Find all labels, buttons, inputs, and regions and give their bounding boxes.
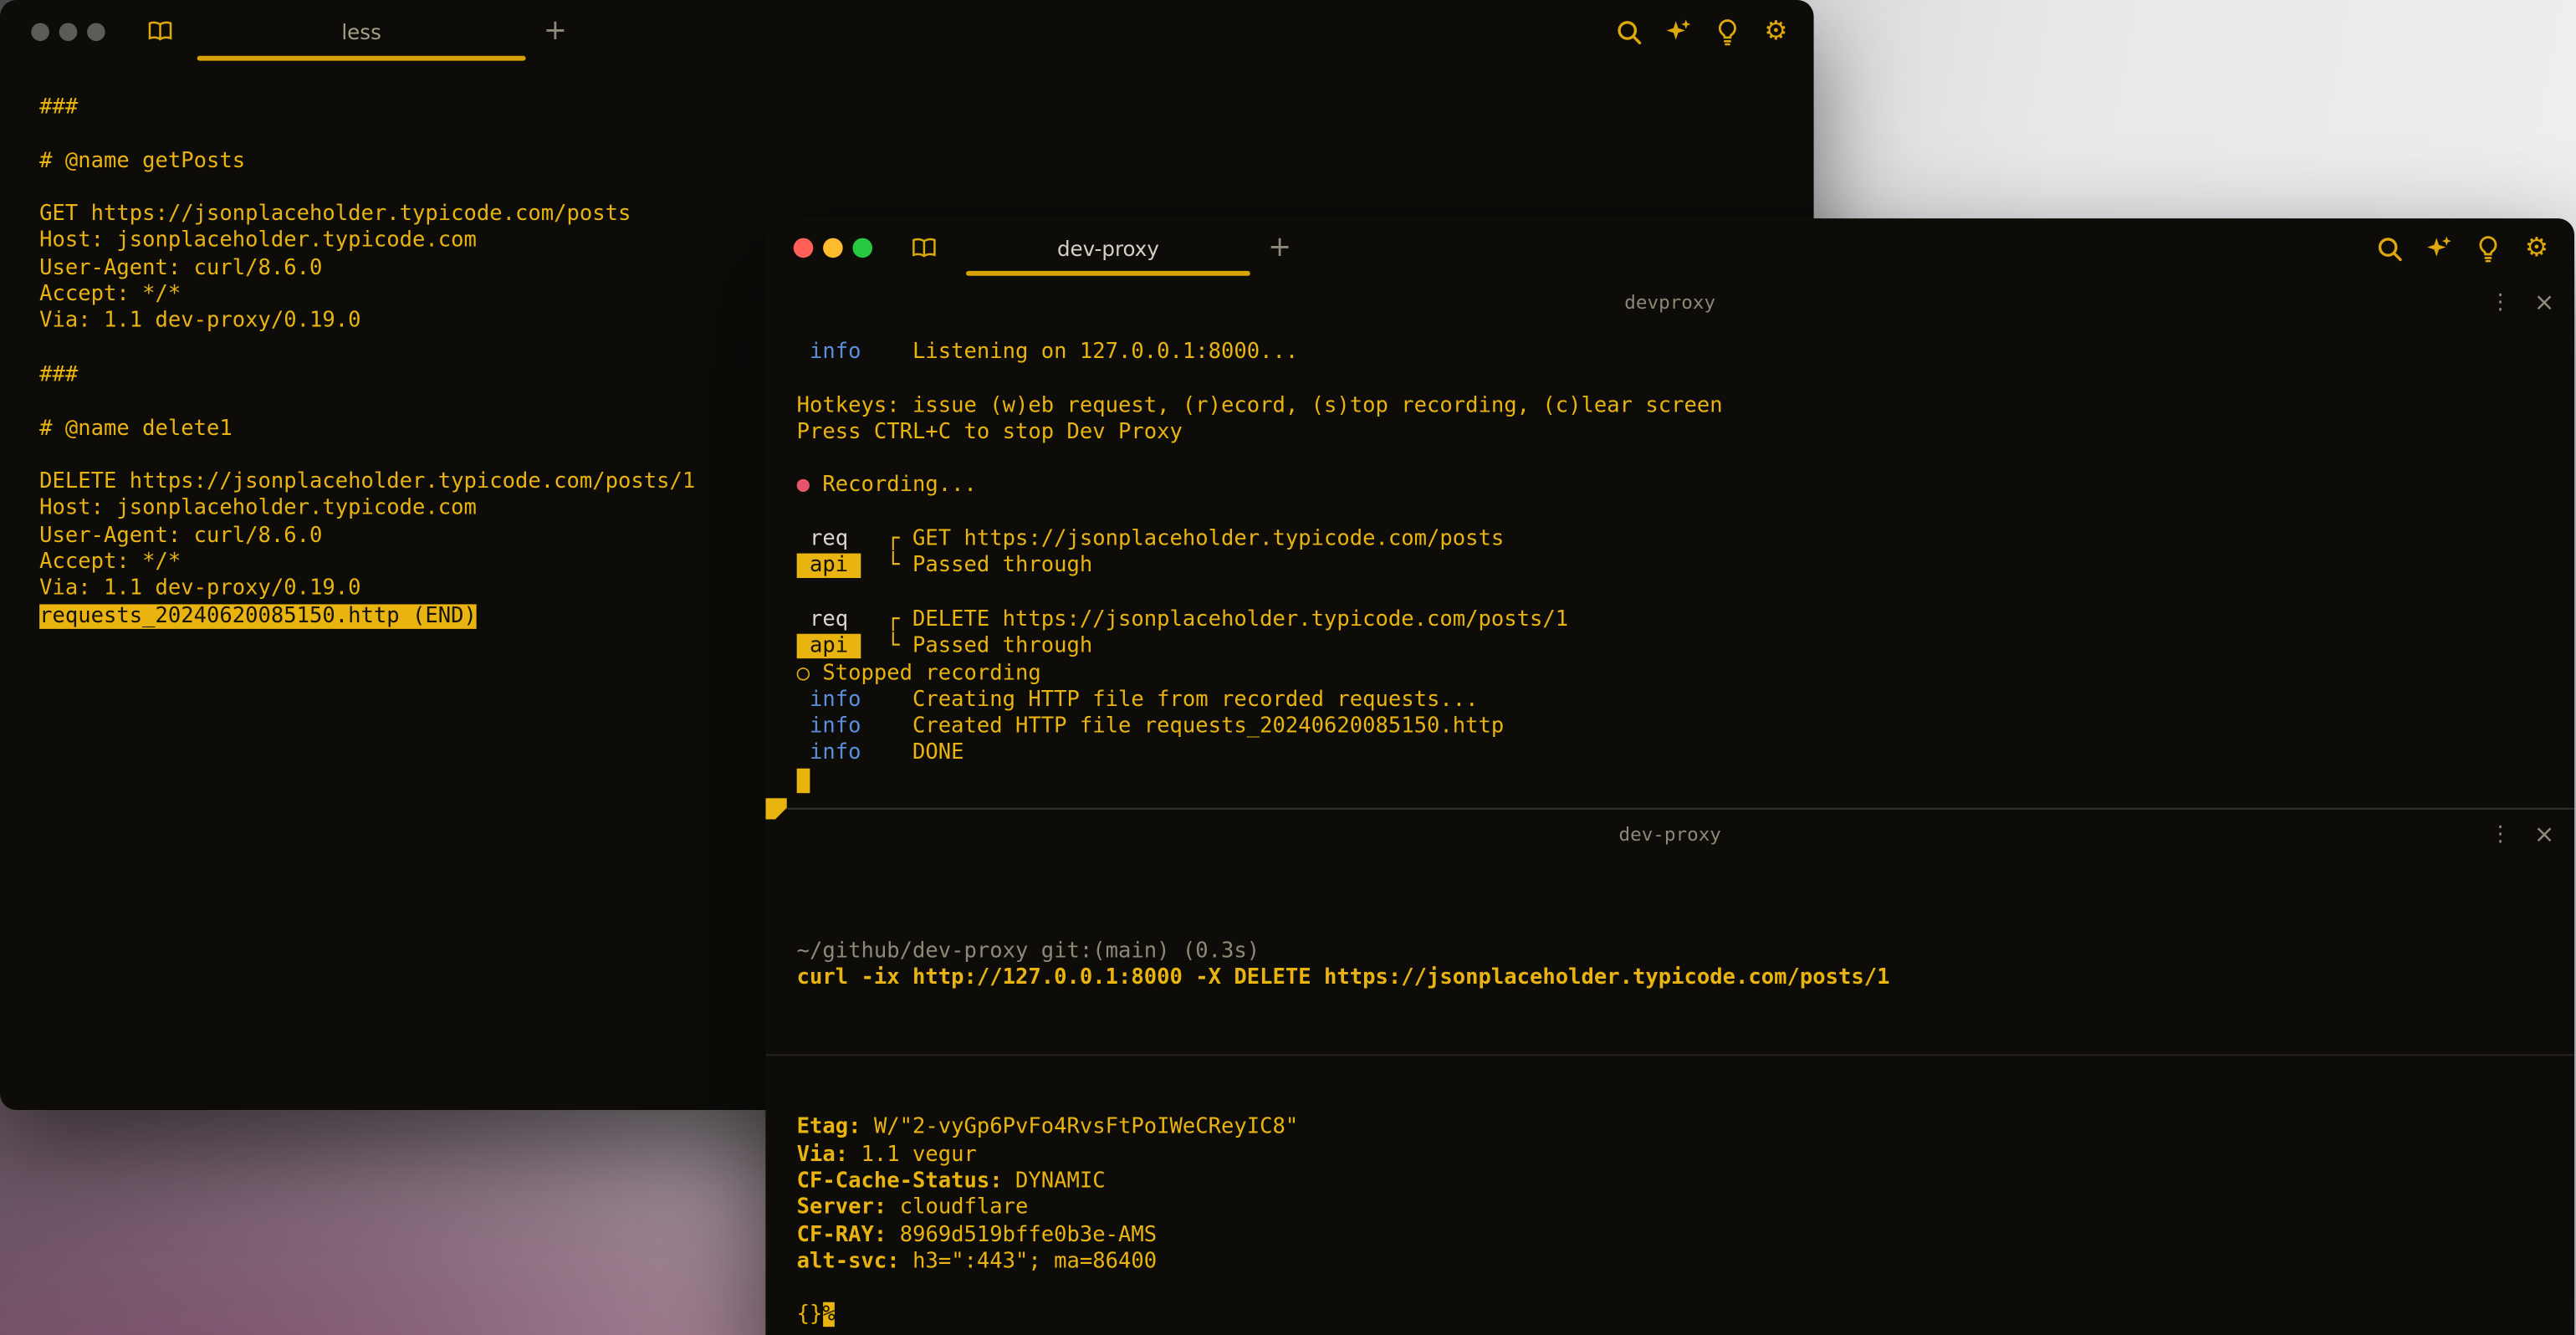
minimize-button[interactable] bbox=[59, 23, 78, 41]
terminal-line: req ┌ DELETE https://jsonplaceholder.typ… bbox=[797, 607, 2574, 634]
terminal-line: info Creating HTTP file from recorded re… bbox=[797, 688, 2574, 714]
terminal-line bbox=[797, 581, 2574, 607]
terminal-line: CF-Cache-Status: DYNAMIC bbox=[797, 1169, 2574, 1196]
zoom-button[interactable] bbox=[87, 23, 105, 41]
shell-content[interactable]: ~/github/dev-proxy git:(main) (0.3s)curl… bbox=[765, 859, 2574, 1335]
command-block-separator bbox=[765, 1054, 2574, 1056]
terminal-line: api └ Passed through bbox=[797, 634, 2574, 661]
minimize-button[interactable] bbox=[823, 238, 843, 258]
bookmarks-book-icon[interactable] bbox=[145, 17, 174, 46]
tab-title: less bbox=[341, 19, 381, 43]
terminal-line: ● Recording... bbox=[797, 473, 2574, 500]
active-tab-underline bbox=[197, 56, 526, 61]
new-tab-button[interactable]: + bbox=[539, 18, 571, 45]
terminal-line: Server: cloudflare bbox=[797, 1196, 2574, 1223]
pane-close-icon[interactable]: × bbox=[2534, 822, 2555, 847]
settings-gear-icon[interactable]: ⚙ bbox=[2522, 233, 2551, 263]
ai-sparkle-icon[interactable] bbox=[2423, 233, 2452, 263]
pane-menu-icon[interactable]: ⋮ bbox=[2490, 289, 2512, 314]
terminal-line bbox=[39, 122, 1787, 149]
terminal-line bbox=[39, 176, 1787, 202]
terminal-line: ### bbox=[39, 95, 1787, 122]
pane-title: dev-proxy bbox=[1619, 823, 1721, 846]
pane-header[interactable]: dev-proxy ⋮ × bbox=[765, 810, 2574, 859]
terminal-line: info Listening on 127.0.0.1:8000... bbox=[797, 340, 2574, 366]
search-icon[interactable] bbox=[2374, 233, 2403, 263]
terminal-line: info Created HTTP file requests_20240620… bbox=[797, 714, 2574, 741]
pane-devproxy-log: devproxy ⋮ × info Listening on 127.0.0.1… bbox=[765, 278, 2574, 808]
screen: less + ⚙ ### # @name getPosts GET https:… bbox=[0, 0, 2576, 1335]
bookmarks-book-icon[interactable] bbox=[908, 233, 938, 263]
pane-close-icon[interactable]: × bbox=[2534, 289, 2555, 314]
less-titlebar[interactable]: less + ⚙ bbox=[0, 0, 1814, 63]
settings-gear-icon[interactable]: ⚙ bbox=[1761, 17, 1791, 46]
terminal-line bbox=[797, 447, 2574, 473]
pane-title: devproxy bbox=[1624, 290, 1715, 313]
ai-sparkle-icon[interactable] bbox=[1663, 17, 1692, 46]
terminal-line: {}% bbox=[797, 1303, 2574, 1330]
command-block-header: ~/github/dev-proxy git:(main) (0.3s)curl… bbox=[797, 939, 2574, 992]
terminal-line: alt-svc: h3=":443"; ma=86400 bbox=[797, 1250, 2574, 1276]
window-dev-proxy: dev-proxy + ⚙ devproxy bbox=[765, 218, 2574, 1335]
terminal-line: info DONE bbox=[797, 741, 2574, 768]
terminal-line bbox=[797, 1330, 2574, 1335]
new-tab-button[interactable]: + bbox=[1264, 234, 1296, 262]
terminal-line: req ┌ GET https://jsonplaceholder.typico… bbox=[797, 527, 2574, 554]
tab-title: dev-proxy bbox=[1057, 236, 1159, 260]
devproxy-titlebar[interactable]: dev-proxy + ⚙ bbox=[765, 218, 2574, 278]
terminal-line: CF-RAY: 8969d519bffe0b3e-AMS bbox=[797, 1223, 2574, 1250]
terminal-line bbox=[797, 500, 2574, 527]
titlebar-icons: ⚙ bbox=[1613, 17, 1791, 46]
pane-actions: ⋮ × bbox=[2490, 810, 2555, 859]
command-block-output: Etag: W/"2-vyGp6PvFo4RvsFtPoIWeCReyIC8"V… bbox=[797, 1116, 2574, 1335]
window-controls bbox=[31, 23, 105, 41]
terminal-line: # @name getPosts bbox=[39, 149, 1787, 176]
terminal-line bbox=[797, 768, 2574, 795]
terminal-line: ○ Stopped recording bbox=[797, 661, 2574, 688]
terminal-line: ~/github/dev-proxy git:(main) (0.3s) bbox=[797, 939, 2574, 965]
devproxy-log-content[interactable]: info Listening on 127.0.0.1:8000... Hotk… bbox=[765, 327, 2574, 795]
terminal-line: api └ Passed through bbox=[797, 554, 2574, 581]
terminal-line: Via: 1.1 vegur bbox=[797, 1143, 2574, 1169]
pane-actions: ⋮ × bbox=[2490, 278, 2555, 327]
close-button[interactable] bbox=[31, 23, 49, 41]
pane-header[interactable]: devproxy ⋮ × bbox=[765, 278, 2574, 327]
active-tab-underline bbox=[966, 271, 1250, 276]
pane-shell: dev-proxy ⋮ × ~/github/dev-proxy git:(ma… bbox=[765, 808, 2574, 1335]
terminal-line: Press CTRL+C to stop Dev Proxy bbox=[797, 420, 2574, 447]
tips-lightbulb-icon[interactable] bbox=[2472, 233, 2502, 263]
close-button[interactable] bbox=[794, 238, 814, 258]
terminal-line: curl -ix http://127.0.0.1:8000 -X DELETE… bbox=[797, 965, 2574, 992]
tab-dev-proxy[interactable]: dev-proxy bbox=[966, 218, 1250, 278]
tab-less[interactable]: less bbox=[197, 0, 526, 63]
titlebar-icons: ⚙ bbox=[2374, 233, 2551, 263]
desktop-background: less + ⚙ ### # @name getPosts GET https:… bbox=[0, 0, 2576, 1335]
search-icon[interactable] bbox=[1613, 17, 1643, 46]
terminal-line bbox=[797, 366, 2574, 393]
pane-menu-icon[interactable]: ⋮ bbox=[2490, 822, 2512, 847]
zoom-button[interactable] bbox=[852, 238, 872, 258]
window-controls bbox=[794, 238, 872, 258]
terminal-line: Hotkeys: issue (w)eb request, (r)ecord, … bbox=[797, 393, 2574, 420]
terminal-line: Etag: W/"2-vyGp6PvFo4RvsFtPoIWeCReyIC8" bbox=[797, 1116, 2574, 1143]
terminal-line bbox=[797, 1276, 2574, 1303]
tips-lightbulb-icon[interactable] bbox=[1712, 17, 1741, 46]
